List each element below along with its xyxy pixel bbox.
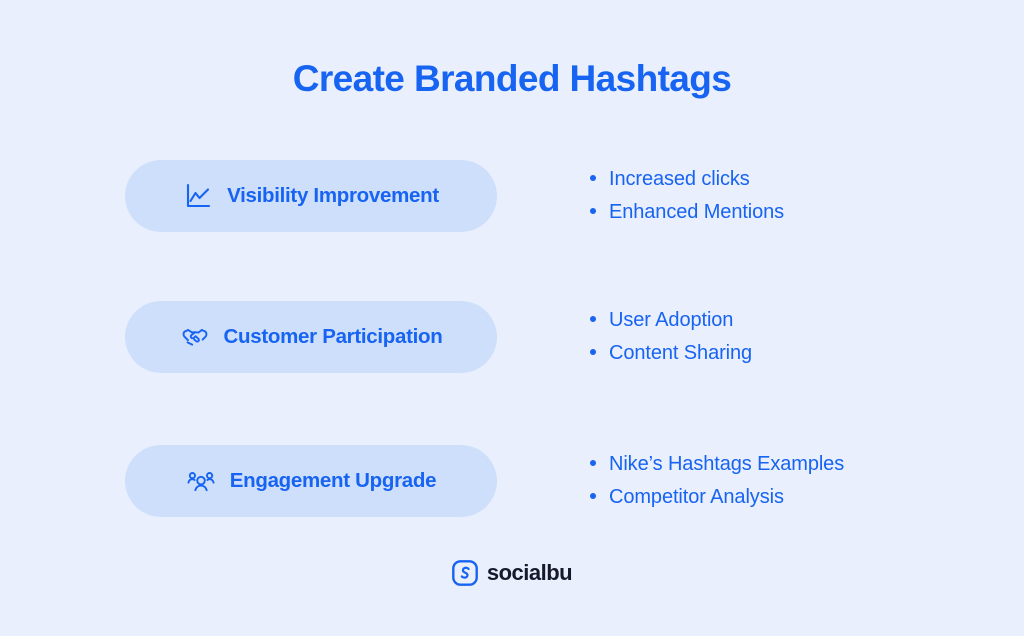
list-item: Competitor Analysis xyxy=(590,486,844,509)
bullet-dot-icon xyxy=(590,349,596,355)
handshake-icon xyxy=(180,322,210,352)
list-item: Increased clicks xyxy=(590,168,784,191)
pill-label: Engagement Upgrade xyxy=(229,469,437,492)
feature-row: Engagement Upgrade Nike’s Hashtags Examp… xyxy=(0,445,1024,517)
bullet-list: User Adoption Content Sharing xyxy=(590,301,752,373)
feature-pill-customer-participation[interactable]: Customer Participation xyxy=(125,301,497,373)
bullet-text: Competitor Analysis xyxy=(609,486,784,508)
bullet-text: Nike’s Hashtags Examples xyxy=(609,453,845,475)
bullet-dot-icon xyxy=(590,175,596,181)
bullet-text: User Adoption xyxy=(609,309,734,331)
infographic-slide: Create Branded Hashtags Visibility Impro… xyxy=(0,0,1024,636)
bullet-list: Increased clicks Enhanced Mentions xyxy=(590,160,784,232)
list-item: Content Sharing xyxy=(590,342,752,365)
bullet-dot-icon xyxy=(590,208,596,214)
socialbu-s-logo-icon xyxy=(451,560,478,586)
bullet-dot-icon xyxy=(590,316,596,322)
bullet-text: Increased clicks xyxy=(609,168,750,190)
bullet-text: Content Sharing xyxy=(609,342,753,364)
people-group-icon xyxy=(186,466,216,496)
feature-pill-engagement-upgrade[interactable]: Engagement Upgrade xyxy=(125,445,497,517)
pill-content: Engagement Upgrade xyxy=(186,466,437,496)
line-chart-icon xyxy=(183,181,213,211)
feature-row: Visibility Improvement Increased clicks … xyxy=(0,160,1024,232)
pill-content: Visibility Improvement xyxy=(183,181,439,211)
feature-pill-visibility-improvement[interactable]: Visibility Improvement xyxy=(125,160,497,232)
list-item: User Adoption xyxy=(590,309,752,332)
pill-content: Customer Participation xyxy=(180,322,443,352)
page-title: Create Branded Hashtags xyxy=(292,58,732,99)
list-item: Nike’s Hashtags Examples xyxy=(590,453,844,476)
bullet-text: Enhanced Mentions xyxy=(609,201,785,223)
list-item: Enhanced Mentions xyxy=(590,201,784,224)
pill-label: Visibility Improvement xyxy=(227,184,439,207)
footer-logo: socialbu xyxy=(0,560,1024,586)
feature-row: Customer Participation User Adoption Con… xyxy=(0,301,1024,373)
bullet-dot-icon xyxy=(590,460,596,466)
pill-label: Customer Participation xyxy=(223,325,443,348)
bullet-list: Nike’s Hashtags Examples Competitor Anal… xyxy=(590,445,844,517)
logo-wordmark: socialbu xyxy=(486,560,573,585)
bullet-dot-icon xyxy=(590,493,596,499)
